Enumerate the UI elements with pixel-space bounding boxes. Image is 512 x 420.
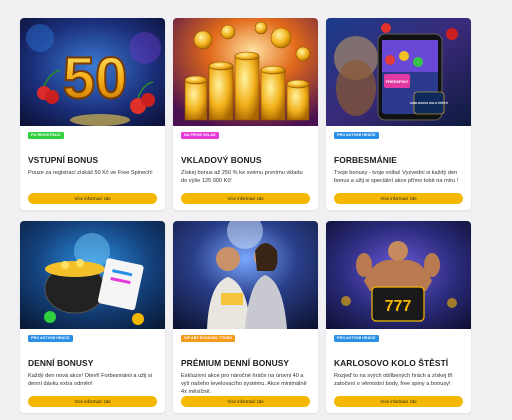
more-info-button[interactable]: Více informací zde [181, 396, 310, 407]
promo-grid: 50 PO REGISTRACI VSTUPNÍ BONUS Pouze za … [20, 18, 484, 413]
badge-pro-aktivni-hrace: PRO AKTIVNÍ HRÁČE [334, 335, 379, 342]
promo-image-gold-coins [173, 18, 318, 126]
promo-card-karlosovo-kolo: 777 PRO AKTIVNÍ HRÁČE KARLOSOVO KOLO ŠTĚ… [326, 221, 471, 413]
badge-vip: VIP ABY ROZHODL TÝDEN [181, 335, 236, 342]
promo-card-vkladovy-bonus: NA PRVNÍ VKLAD VKLADOVÝ BONUS Získej bon… [173, 18, 318, 210]
promo-image-vip-couple [173, 221, 318, 329]
card-description: Tvoje bonusy - tvoje volba! Vyzvedni si … [334, 170, 459, 184]
art-text-kolo: KARLOSOVO KOLO ŠTĚSTÍ [410, 100, 448, 105]
badge-po-registraci: PO REGISTRACI [28, 132, 64, 139]
card-description: Každý den nová akce! Otevři Forbesmánii … [28, 373, 153, 387]
card-description: Exkluzivní akce pro náročné hráče na úro… [181, 373, 307, 395]
promo-image-treasure-pot [20, 221, 165, 329]
card-description: Pouze za registraci získáš 50 Kč ve Free… [28, 170, 153, 176]
vip-couple-icon [173, 221, 318, 329]
strongman-slot-icon: 777 [326, 221, 471, 329]
promo-image-phone: FREESPINY KARLOSOVO KOLO ŠTĚSTÍ [326, 18, 471, 126]
promo-card-forbesmanie: FREESPINY KARLOSOVO KOLO ŠTĚSTÍ PRO AKTI… [326, 18, 471, 210]
card-title: KARLOSOVO KOLO ŠTĚSTÍ [334, 358, 449, 368]
art-text-50: 50 [63, 46, 128, 111]
more-info-button[interactable]: Více informací zde [334, 396, 463, 407]
card-title: DENNÍ BONUSY [28, 358, 94, 368]
card-description: Získej bonus až 250 % ke svému prvnímu v… [181, 170, 303, 184]
more-info-button[interactable]: Více informací zde [334, 193, 463, 204]
card-title: FORBESMÁNIE [334, 155, 397, 165]
promo-card-denni-bonusy: PRO AKTIVNÍ HRÁČE DENNÍ BONUSY Každý den… [20, 221, 165, 413]
promo-image-50-cherry: 50 [20, 18, 165, 126]
more-info-button[interactable]: Více informací zde [28, 396, 157, 407]
card-title: VSTUPNÍ BONUS [28, 155, 99, 165]
more-info-button[interactable]: Více informací zde [181, 193, 310, 204]
promo-card-premium-denni-bonusy: VIP ABY ROZHODL TÝDEN PRÉMIUM DENNÍ BONU… [173, 221, 318, 413]
art-text-freespiny: FREESPINY [386, 79, 409, 84]
treasure-pot-icon [20, 221, 165, 329]
card-description: Rozjeď to na svých oblíbených hrách a zí… [334, 373, 453, 387]
more-info-button[interactable]: Více informací zde [28, 193, 157, 204]
phone-promo-icon: FREESPINY KARLOSOVO KOLO ŠTĚSTÍ [326, 18, 471, 126]
card-title: VKLADOVÝ BONUS [181, 155, 262, 165]
badge-na-prvni-vklad: NA PRVNÍ VKLAD [181, 132, 219, 139]
art-text-777: 777 [385, 298, 412, 315]
promo-card-vstupni-bonus: 50 PO REGISTRACI VSTUPNÍ BONUS Pouze za … [20, 18, 165, 210]
cherry-slot-icon: 50 [20, 18, 165, 126]
promo-image-strongman: 777 [326, 221, 471, 329]
badge-pro-aktivni-hrace: PRO AKTIVNÍ HRÁČE [334, 132, 379, 139]
card-title: PRÉMIUM DENNÍ BONUSY [181, 358, 290, 368]
gold-coins-icon [173, 18, 318, 126]
badge-pro-aktivni-hrace: PRO AKTIVNÍ HRÁČE [28, 335, 73, 342]
